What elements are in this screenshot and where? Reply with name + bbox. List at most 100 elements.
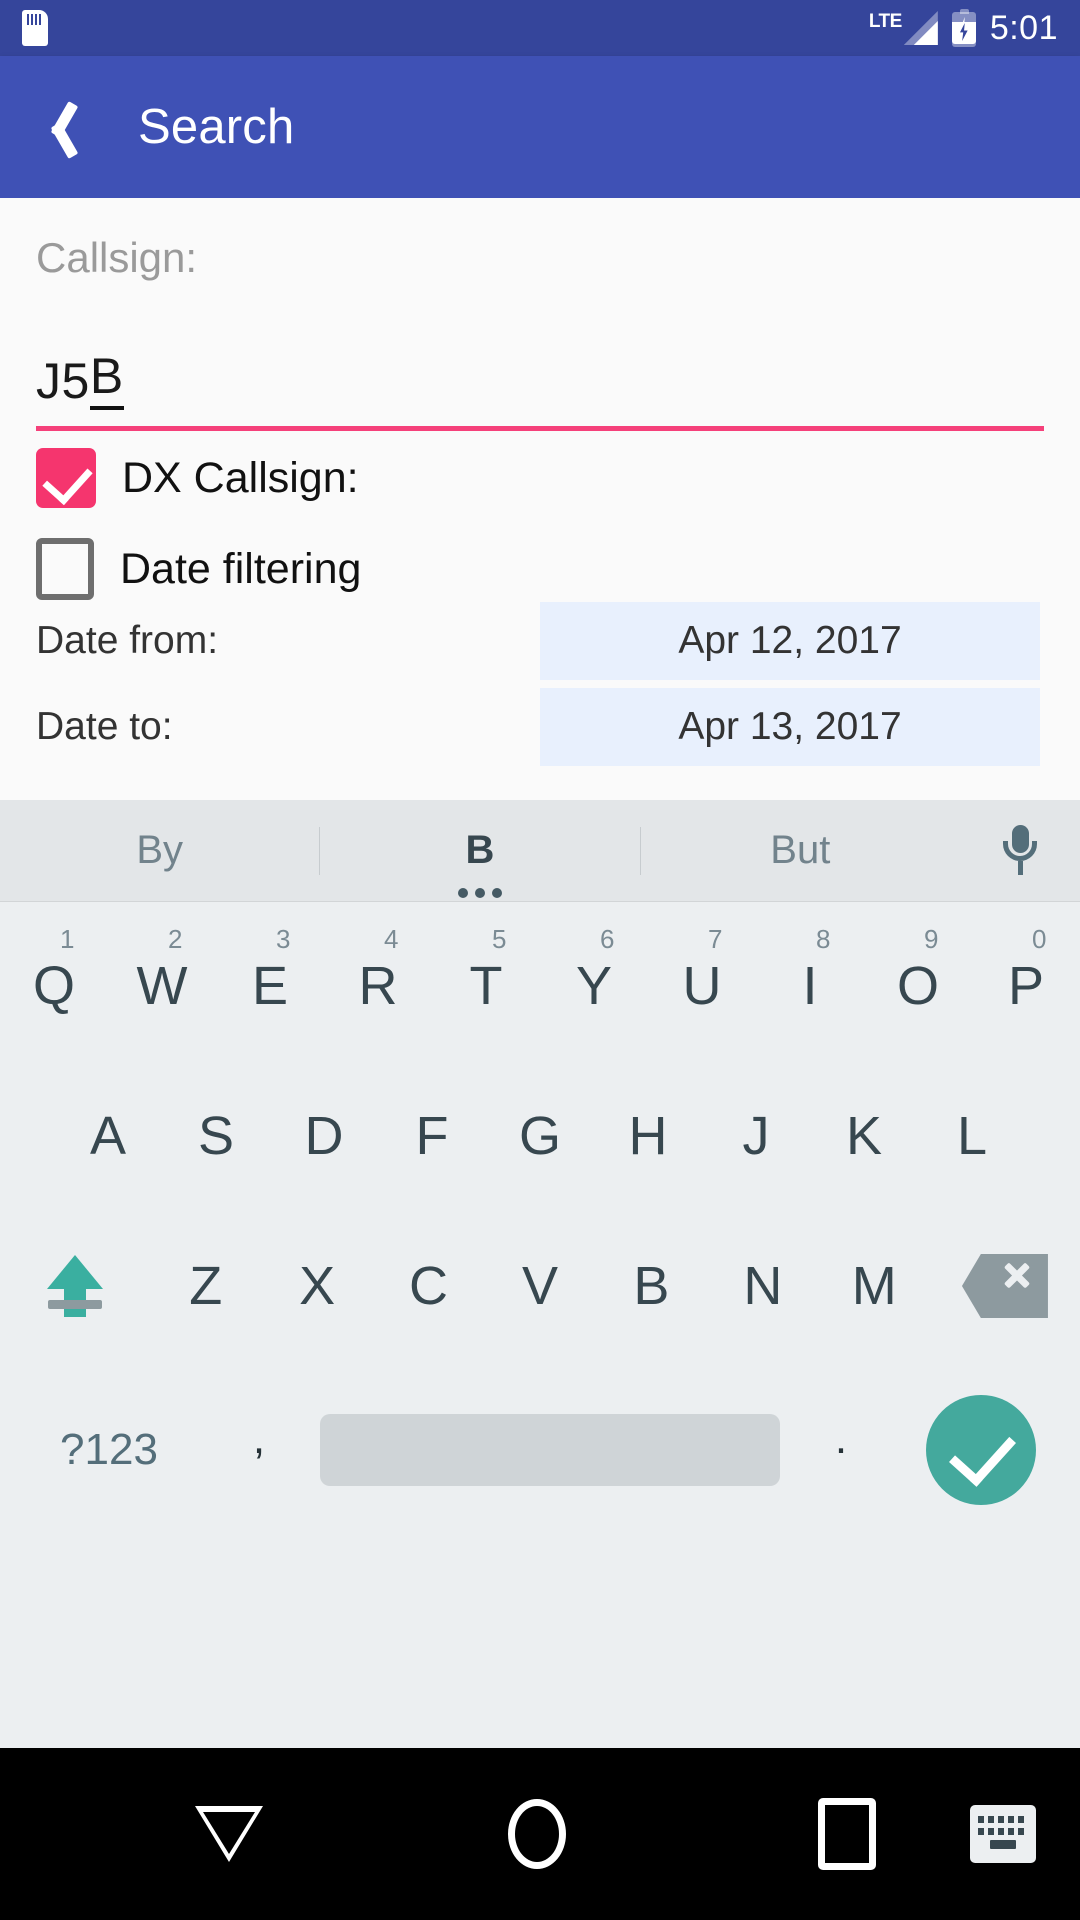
suggestion-1-label: B (465, 828, 495, 872)
keyboard-row-1: 1Q 2W 3E 4R 5T 6Y 7U 8I 9O 0P (0, 918, 1080, 1054)
battery-charging-icon (951, 9, 976, 47)
home-button[interactable] (508, 1799, 566, 1869)
key-o[interactable]: 9O (864, 918, 972, 1054)
key-g[interactable]: G (486, 1068, 594, 1204)
microphone-icon (1002, 824, 1037, 877)
key-e-label: E (251, 956, 289, 1016)
dx-callsign-checkbox[interactable] (36, 448, 96, 508)
key-q-label: Q (32, 956, 75, 1016)
date-to-field[interactable]: Apr 13, 2017 (540, 688, 1040, 766)
suggestion-more-dots-icon (457, 888, 502, 898)
key-w-number: 2 (168, 924, 183, 954)
key-u[interactable]: 7U (648, 918, 756, 1054)
suggestion-0[interactable]: By (0, 828, 319, 873)
key-v[interactable]: V (484, 1218, 595, 1354)
key-i-number: 8 (816, 924, 831, 954)
check-enter-icon (926, 1395, 1036, 1505)
callsign-text: J5 (36, 353, 90, 409)
callsign-input[interactable]: J5 B (36, 338, 1044, 410)
key-z[interactable]: Z (150, 1218, 261, 1354)
key-j[interactable]: J (702, 1068, 810, 1204)
key-y-label: Y (575, 956, 613, 1016)
suggestion-2[interactable]: But (641, 828, 960, 873)
key-f[interactable]: F (378, 1068, 486, 1204)
key-k[interactable]: K (810, 1068, 918, 1204)
date-filtering-checkbox[interactable] (36, 538, 94, 600)
dx-callsign-label: DX Callsign: (122, 453, 359, 502)
recents-button[interactable] (818, 1798, 876, 1870)
status-bar-left (22, 10, 48, 46)
hide-keyboard-down-icon (195, 1806, 263, 1862)
app-bar: Search (0, 56, 1080, 198)
key-b[interactable]: B (596, 1218, 707, 1354)
switch-keyboard-button[interactable] (970, 1805, 1036, 1863)
key-t-number: 5 (492, 924, 507, 954)
enter-key[interactable] (896, 1395, 1066, 1505)
key-p-label: P (1007, 956, 1045, 1016)
shift-key[interactable] (0, 1255, 150, 1317)
key-o-number: 9 (924, 924, 939, 954)
signal-bars-icon (903, 11, 938, 45)
key-d[interactable]: D (270, 1068, 378, 1204)
key-r-number: 4 (384, 924, 399, 954)
network-status: LTE (869, 11, 938, 45)
key-y-number: 6 (600, 924, 615, 954)
voice-input-button[interactable] (960, 824, 1080, 877)
key-x[interactable]: X (261, 1218, 372, 1354)
key-rows: 1Q 2W 3E 4R 5T 6Y 7U 8I 9O 0P A S D F G … (0, 918, 1080, 1530)
key-r[interactable]: 4R (324, 918, 432, 1054)
key-u-label: U (682, 956, 722, 1016)
key-a[interactable]: A (54, 1068, 162, 1204)
key-o-label: O (896, 956, 939, 1016)
dx-callsign-row[interactable]: DX Callsign: (36, 448, 359, 508)
keyboard-row-bottom: ?123 , . (0, 1370, 1080, 1530)
back-button[interactable] (0, 97, 110, 157)
key-y[interactable]: 6Y (540, 918, 648, 1054)
key-t[interactable]: 5T (432, 918, 540, 1054)
key-e[interactable]: 3E (216, 918, 324, 1054)
lte-label: LTE (868, 11, 902, 32)
key-l[interactable]: L (918, 1068, 1026, 1204)
keyboard-row-3: Z X C V B N M (0, 1218, 1080, 1354)
callsign-label: Callsign: (36, 234, 198, 281)
key-q[interactable]: 1Q (0, 918, 108, 1054)
space-key[interactable] (320, 1414, 780, 1486)
hide-keyboard-button[interactable] (195, 1806, 263, 1862)
phone-screen: LTE 5:01 Search Callsign: J5 B DX Callsi… (0, 0, 1080, 1920)
date-to-row: Date to: Apr 13, 2017 (0, 688, 1080, 766)
key-w-label: W (136, 956, 188, 1016)
date-from-field[interactable]: Apr 12, 2017 (540, 602, 1040, 680)
status-bar-right: LTE 5:01 (869, 9, 1058, 48)
key-q-number: 1 (60, 924, 75, 954)
key-c[interactable]: C (373, 1218, 484, 1354)
key-p[interactable]: 0P (972, 918, 1080, 1054)
key-h[interactable]: H (594, 1068, 702, 1204)
key-p-number: 0 (1032, 924, 1047, 954)
key-w[interactable]: 2W (108, 918, 216, 1054)
callsign-input-underline (36, 426, 1044, 431)
callsign-composing-text: B (89, 347, 124, 410)
key-m[interactable]: M (819, 1218, 930, 1354)
key-u-number: 7 (708, 924, 723, 954)
status-bar: LTE 5:01 (0, 0, 1080, 56)
key-i[interactable]: 8I (756, 918, 864, 1054)
date-filtering-row[interactable]: Date filtering (36, 538, 361, 600)
date-from-row: Date from: Apr 12, 2017 (0, 602, 1080, 680)
caps-lock-indicator (48, 1300, 102, 1309)
keyboard-row-2: A S D F G H J K L (0, 1068, 1080, 1204)
suggestion-1[interactable]: B (320, 828, 639, 898)
on-screen-keyboard: By B But 1Q 2W 3E 4R 5T 6Y 7U 8 I 9 O 0 … (0, 800, 1080, 1748)
backspace-key[interactable] (930, 1254, 1080, 1318)
key-n[interactable]: N (707, 1218, 818, 1354)
status-bar-clock: 5:01 (989, 8, 1058, 47)
callsign-input-row[interactable]: J5 B (36, 338, 1044, 431)
comma-key[interactable]: , (204, 1414, 314, 1486)
symbols-key[interactable]: ?123 (14, 1425, 204, 1475)
key-s[interactable]: S (162, 1068, 270, 1204)
key-r-label: R (358, 956, 398, 1016)
date-to-label: Date to: (36, 705, 173, 748)
page-title: Search (138, 100, 295, 154)
backspace-icon (961, 1254, 1048, 1318)
switch-keyboard-icon (978, 1816, 1028, 1823)
period-key[interactable]: . (786, 1414, 896, 1486)
